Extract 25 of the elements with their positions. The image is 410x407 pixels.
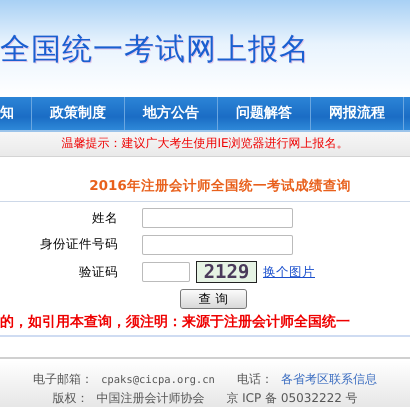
nav-item[interactable]: 政策制度: [32, 96, 125, 130]
site-title: 全国统一考试网上报名: [0, 30, 310, 69]
warning-text: 的，如引用本查询，须注明：来源于注册会计师全国统一: [0, 312, 351, 332]
contact-link[interactable]: 各省考区联系信息: [280, 371, 377, 388]
nav-item[interactable]: 知: [0, 96, 32, 130]
nav-item[interactable]: 网报流程: [311, 96, 404, 130]
footer-label: 电话：: [236, 371, 273, 388]
email-text: cpaks@cicpa.org.cn: [101, 374, 215, 386]
form-heading: 2016年注册会计师全国统一考试成绩查询: [88, 176, 352, 195]
footer-label: 京 ICP 备 05032222 号: [226, 390, 358, 407]
field-label: 姓名: [91, 210, 118, 226]
footer-label: 版权：: [52, 390, 88, 407]
refresh-link[interactable]: 换个图片: [263, 264, 315, 281]
nav-item[interactable]: 地方公告: [125, 96, 218, 130]
notice-text: 温馨提示：建议广大考生使用IE浏览器进行网上报名。: [0, 132, 410, 157]
captcha-field[interactable]: [142, 262, 190, 282]
field-label: 身份证件号码: [39, 236, 118, 254]
field-label: 验证码: [78, 264, 118, 281]
footer-label: 电子邮箱：: [33, 371, 94, 388]
input-field[interactable]: [142, 234, 293, 255]
captcha-image: 2129: [196, 261, 257, 284]
footer-text: 中国注册会计师协会: [96, 390, 204, 407]
nav-item[interactable]: 问题解答: [218, 96, 311, 130]
input-field[interactable]: [142, 208, 293, 228]
query-button[interactable]: 查 询: [180, 289, 247, 310]
